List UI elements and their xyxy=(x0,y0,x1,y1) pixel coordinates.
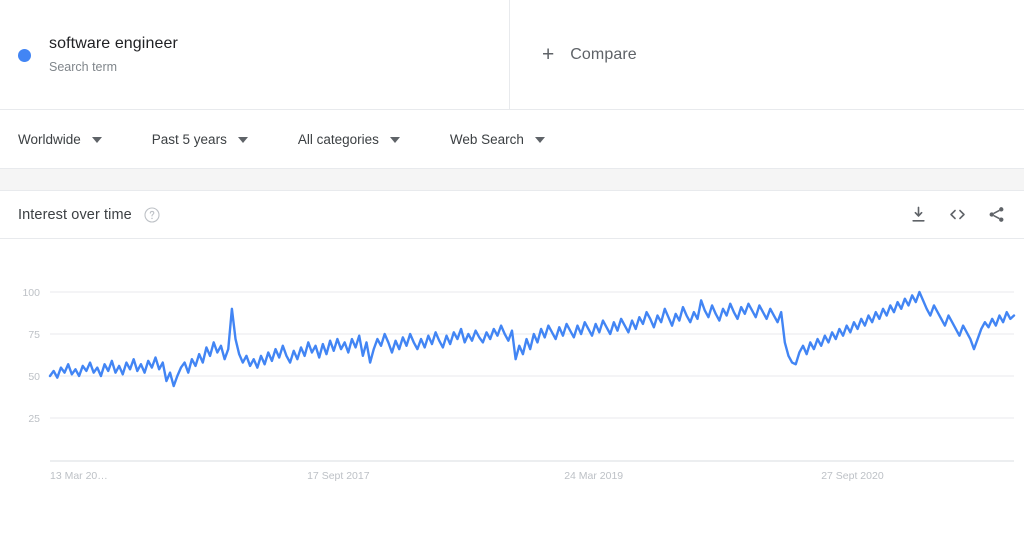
share-icon[interactable] xyxy=(987,205,1006,224)
filter-search-type-label: Web Search xyxy=(449,131,524,147)
interest-over-time-card: Interest over time 100 75 50 25 13 Mar 2… xyxy=(0,191,1024,539)
x-axis-tick-label: 24 Mar 2019 xyxy=(564,470,623,482)
embed-icon[interactable] xyxy=(948,205,967,224)
search-term-label: software engineer xyxy=(49,35,178,52)
filter-category[interactable]: All categories xyxy=(298,132,400,147)
chart-svg: 100 75 50 25 13 Mar 20… 17 Sept 2017 24 Mar 20… xyxy=(22,287,1016,482)
chevron-down-icon xyxy=(91,137,102,143)
section-separator xyxy=(0,169,1024,191)
filter-location[interactable]: Worldwide xyxy=(18,132,102,147)
chevron-down-icon xyxy=(237,137,248,143)
y-axis-tick-label: 25 xyxy=(28,413,40,425)
download-icon[interactable] xyxy=(909,205,928,224)
search-term-type-label: Search term xyxy=(49,60,118,74)
filter-time-range-label: Past 5 years xyxy=(151,131,227,147)
y-axis-tick-label: 100 xyxy=(22,287,40,299)
filter-category-label: All categories xyxy=(297,131,379,147)
y-axis-tick-label: 50 xyxy=(28,371,40,383)
filter-location-label: Worldwide xyxy=(18,131,81,147)
chevron-down-icon xyxy=(534,137,545,143)
filter-bar: Worldwide Past 5 years All categories We… xyxy=(0,110,1024,169)
y-axis-tick-label: 75 xyxy=(28,329,40,341)
compare-button[interactable]: + Compare xyxy=(510,0,1024,109)
x-axis-tick-label: 17 Sept 2017 xyxy=(307,470,370,482)
card-header: Interest over time xyxy=(0,191,1024,239)
card-title: Interest over time xyxy=(18,206,132,223)
chevron-down-icon xyxy=(389,137,400,143)
filter-time-range[interactable]: Past 5 years xyxy=(152,132,248,147)
search-term-card[interactable]: software engineer Search term xyxy=(0,0,510,109)
filter-search-type[interactable]: Web Search xyxy=(450,132,545,147)
compare-label: Compare xyxy=(570,45,637,63)
series-line-software-engineer xyxy=(48,290,1016,388)
x-axis-tick-label: 27 Sept 2020 xyxy=(821,470,884,482)
plus-icon: + xyxy=(542,43,555,66)
interest-over-time-chart[interactable]: 100 75 50 25 13 Mar 20… 17 Sept 2017 24 Mar 20… xyxy=(0,239,1024,539)
search-term-header: software engineer Search term + Compare xyxy=(0,0,1024,110)
help-circle-icon[interactable] xyxy=(144,206,160,223)
x-axis-tick-label: 13 Mar 20… xyxy=(50,470,108,482)
card-actions xyxy=(909,205,1006,224)
series-color-dot xyxy=(18,49,31,62)
